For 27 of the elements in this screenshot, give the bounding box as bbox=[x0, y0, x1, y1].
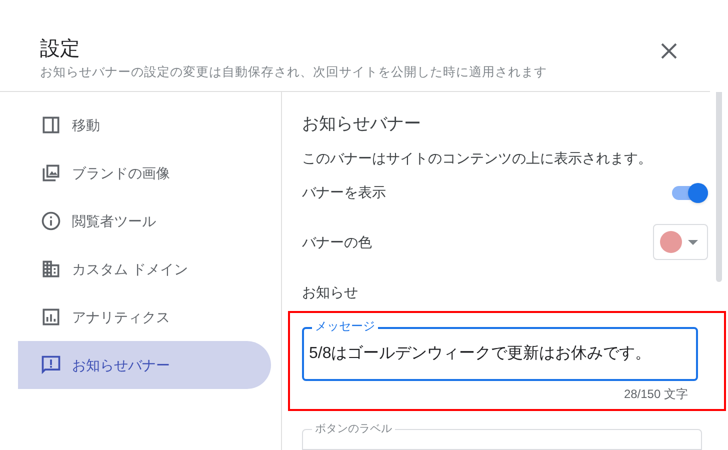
info-icon bbox=[40, 210, 62, 232]
sidebar-item[interactable]: アナリティクス bbox=[18, 293, 271, 341]
character-counter: 28/150 文字 bbox=[624, 386, 688, 403]
color-label: バナーの色 bbox=[302, 232, 372, 252]
dialog-title: 設定 bbox=[40, 37, 81, 62]
toggle-label: バナーを表示 bbox=[302, 183, 386, 202]
sidebar-item[interactable]: 閲覧者ツール bbox=[18, 197, 271, 245]
caret-icon bbox=[688, 240, 698, 244]
field-label: ボタンのラベル bbox=[312, 423, 395, 435]
section-description: このバナーはサイトのコンテンツの上に表示されます。 bbox=[302, 149, 653, 168]
panel-icon bbox=[40, 114, 62, 136]
section-heading: お知らせバナー bbox=[302, 113, 422, 135]
building-icon bbox=[40, 258, 62, 280]
toggle-switch[interactable] bbox=[672, 186, 708, 200]
close-icon bbox=[661, 43, 677, 59]
feedback-icon bbox=[40, 354, 62, 376]
image-icon bbox=[40, 162, 62, 184]
bar-chart-icon bbox=[40, 306, 62, 328]
sidebar-item[interactable]: ブランドの画像 bbox=[18, 149, 271, 197]
sidebar-item[interactable]: 移動 bbox=[18, 101, 271, 149]
sidebar-item[interactable]: お知らせバナー bbox=[18, 341, 271, 389]
dialog-subtitle: お知らせバナーの設定の変更は自動保存され、次回サイトを公開した時に適用されます bbox=[40, 64, 548, 81]
field-value: 5/8はゴールデンウィークで更新はお休みです。 bbox=[309, 344, 652, 364]
sidebar-item[interactable]: カスタム ドメイン bbox=[18, 245, 271, 293]
color-picker[interactable] bbox=[653, 224, 708, 260]
field-label: メッセージ bbox=[312, 319, 378, 333]
notice-label: お知らせ bbox=[302, 283, 359, 302]
